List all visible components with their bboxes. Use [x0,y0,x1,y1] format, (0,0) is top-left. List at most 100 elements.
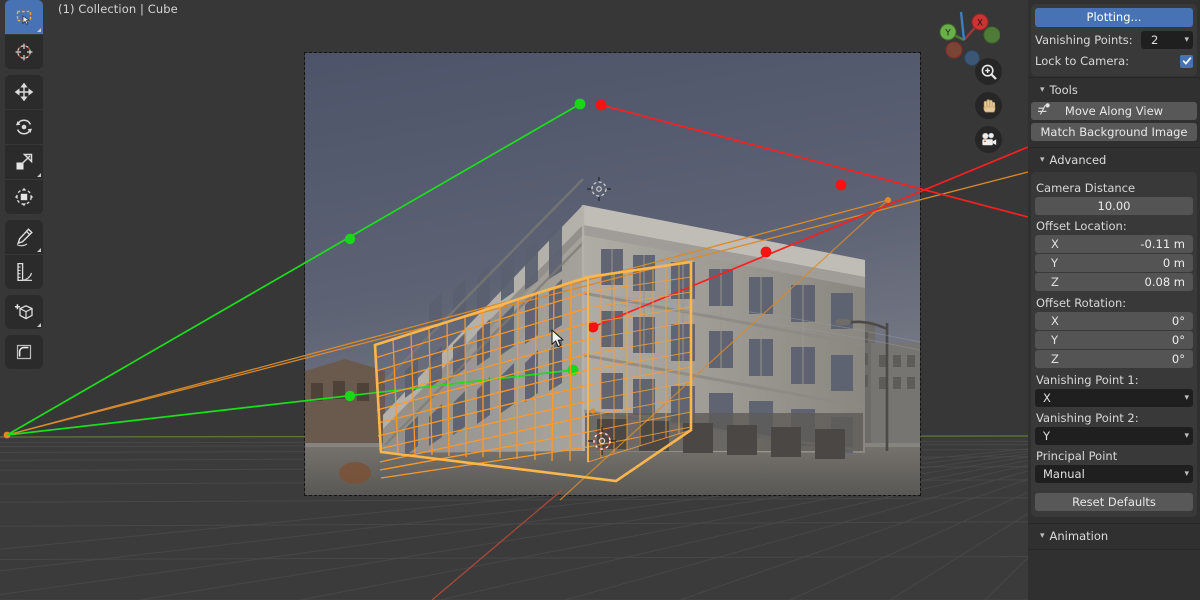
camera-distance-value: 10.00 [1097,199,1131,213]
vanishing-points-dropdown[interactable]: 2 ▾ [1141,31,1193,49]
vanishing-point-2-dropdown[interactable]: Y ▾ [1035,427,1193,445]
reset-defaults-button[interactable]: Reset Defaults [1035,493,1193,511]
plotting-button[interactable]: Plotting... [1035,8,1193,27]
vanishing-points-label: Vanishing Points: [1035,33,1133,47]
lock-to-camera-label: Lock to Camera: [1035,54,1130,68]
vanishing-point-2-value: Y [1043,429,1051,443]
n-panel-sidebar[interactable]: Plotting... Vanishing Points: 2 ▾ Lock t… [1028,0,1200,600]
background-reference-photo [305,53,920,495]
axis-label: Y [1051,256,1059,270]
tool-group-bevel [5,335,43,369]
tool-group-add [5,295,43,329]
axis-value: 0° [1171,352,1185,366]
offset-rotation-group: X 0° Y 0° Z 0° [1035,312,1193,369]
vanishing-point-1-dropdown[interactable]: X ▾ [1035,389,1193,407]
animation-section-title: Animation [1049,529,1109,543]
bevel-tool[interactable] [5,335,43,369]
advanced-section-header[interactable]: ▾ Advanced [1028,148,1200,172]
move-along-view-label: Move Along View [1064,104,1164,118]
chevron-down-icon: ▾ [1184,393,1189,403]
transform-tool[interactable] [5,180,43,214]
axis-label: X [1051,314,1059,328]
annotate-tool[interactable] [5,220,43,254]
camera-distance-label: Camera Distance [1036,181,1136,195]
offset-rotation-label: Offset Rotation: [1036,296,1127,310]
offset-location-group: X -0.11 m Y 0 m Z 0.08 m [1035,235,1193,292]
viewport-header-text: (1) Collection | Cube [58,2,178,16]
blender-window: (1) Collection | Cube X Y Plotting... Va… [0,0,1200,600]
left-toolbar[interactable] [5,0,43,375]
vanishing-point-2-label: Vanishing Point 2: [1036,411,1139,425]
move-tool[interactable] [5,75,43,109]
chevron-down-icon: ▾ [1040,85,1045,95]
match-background-image-button[interactable]: Match Background Image [1031,123,1197,141]
advanced-section-title: Advanced [1049,153,1107,167]
plotting-panel: Plotting... Vanishing Points: 2 ▾ Lock t… [1031,4,1197,76]
tools-section-header[interactable]: ▾ Tools [1028,78,1200,102]
measure-tool[interactable] [5,255,43,289]
axis-value: 0° [1171,333,1185,347]
axis-label: Z [1051,275,1059,289]
tools-section-title: Tools [1049,83,1078,97]
tool-expand-corner [37,173,41,177]
offset-location-label: Offset Location: [1036,219,1127,233]
chevron-down-icon: ▾ [1040,531,1045,541]
tool-group-select [5,0,43,69]
principal-point-label: Principal Point [1036,449,1118,463]
cursor-3d-tool[interactable] [5,35,43,69]
offset-rotation-y-field[interactable]: Y 0° [1035,331,1193,349]
3d-viewport[interactable]: (1) Collection | Cube X Y [0,0,1028,600]
viewport-nav-buttons[interactable] [975,58,1002,153]
divider [1028,549,1200,550]
offset-location-y-field[interactable]: Y 0 m [1035,254,1193,272]
camera-frame [304,52,921,496]
principal-point-dropdown[interactable]: Manual ▾ [1035,465,1193,483]
mouse-cursor [551,329,564,348]
vanishing-points-row: Vanishing Points: 2 ▾ [1035,31,1193,49]
camera-distance-field[interactable]: 10.00 [1035,197,1193,215]
lock-to-camera-row: Lock to Camera: [1035,52,1193,70]
vanishing-points-value: 2 [1151,33,1159,47]
offset-rotation-z-field[interactable]: Z 0° [1035,350,1193,368]
axis-value: -0.11 m [1140,237,1185,251]
zoom-button[interactable] [975,58,1002,85]
move-along-view-icon [1037,103,1051,119]
axis-value: 0 m [1162,256,1185,270]
principal-point-value: Manual [1043,467,1085,481]
camera-view-button[interactable] [975,126,1002,153]
svg-text:X: X [977,19,983,29]
offset-location-x-field[interactable]: X -0.11 m [1035,235,1193,253]
chevron-down-icon: ▾ [1040,155,1045,165]
animation-section-header[interactable]: ▾ Animation [1028,524,1200,548]
svg-text:Y: Y [944,29,951,39]
vanishing-point-1-label: Vanishing Point 1: [1036,373,1139,387]
tool-expand-corner [37,248,41,252]
rotate-tool[interactable] [5,110,43,144]
tool-group-transform [5,75,43,214]
reset-defaults-label: Reset Defaults [1072,495,1156,509]
match-background-image-label: Match Background Image [1040,125,1188,139]
offset-location-z-field[interactable]: Z 0.08 m [1035,273,1193,291]
select-box-tool[interactable] [5,0,43,34]
tool-expand-corner [37,323,41,327]
chevron-down-icon: ▾ [1184,469,1189,479]
lock-to-camera-checkbox[interactable] [1180,54,1193,68]
scale-tool[interactable] [5,145,43,179]
axis-label: Z [1051,352,1059,366]
vanishing-point-1-value: X [1043,391,1051,405]
tool-group-annotate [5,220,43,289]
chevron-down-icon: ▾ [1184,35,1189,45]
add-cube-tool[interactable] [5,295,43,329]
axis-value: 0° [1171,314,1185,328]
move-along-view-button[interactable]: Move Along View [1031,102,1197,120]
offset-rotation-x-field[interactable]: X 0° [1035,312,1193,330]
axis-label: Y [1051,333,1059,347]
pan-button[interactable] [975,92,1002,119]
tools-section-body: Move Along View Match Background Image [1028,102,1200,146]
chevron-down-icon: ▾ [1184,431,1189,441]
advanced-panel: Camera Distance 10.00 Offset Location: X… [1031,172,1197,517]
axis-value: 0.08 m [1144,275,1185,289]
tool-expand-corner [37,28,41,32]
axis-label: X [1051,237,1059,251]
check-icon [1182,57,1191,65]
